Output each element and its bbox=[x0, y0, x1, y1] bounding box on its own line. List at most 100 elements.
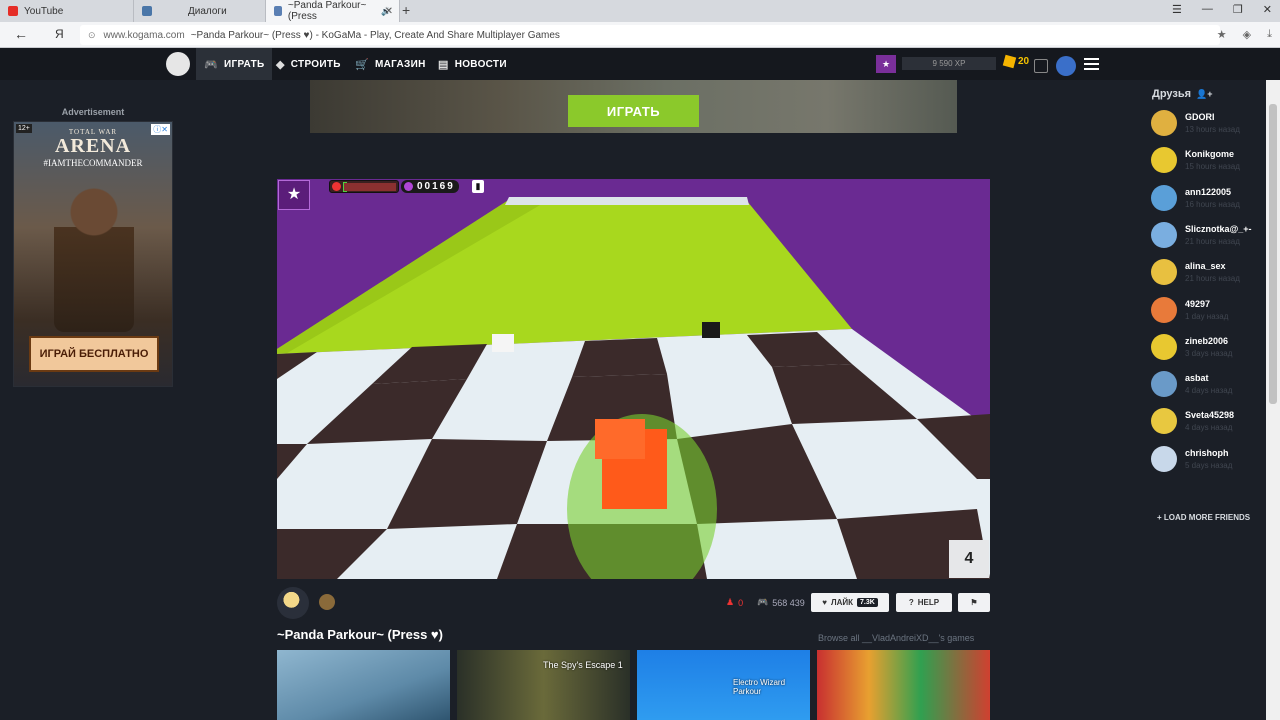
friend-last-seen: 16 hours назад bbox=[1185, 199, 1240, 209]
tab-label: Диалоги bbox=[188, 5, 227, 17]
gamepad-icon: 🎮 bbox=[757, 597, 769, 607]
coin-icon bbox=[404, 182, 413, 191]
site-nav: 🎮 ИГРАТЬ ◆ СТРОИТЬ 🛒 МАГАЗИН ▤ НОВОСТИ ★… bbox=[0, 48, 1280, 80]
game-thumbnail[interactable]: Electro Wizard Parkour bbox=[637, 650, 810, 720]
ad-cta-button[interactable]: ИГРАЙ БЕСПЛАТНО bbox=[29, 336, 159, 372]
friend-avatar bbox=[1151, 296, 1177, 323]
likes-count: 0 bbox=[738, 597, 744, 608]
tab-label: YouTube bbox=[24, 5, 64, 17]
yandex-logo[interactable]: Я bbox=[55, 27, 64, 41]
friend-item[interactable]: GDORI 13 hours назад bbox=[1151, 109, 1271, 139]
xp-bar: 9 590 XP bbox=[902, 57, 996, 70]
hud-flag-icon: ▮ bbox=[472, 180, 484, 193]
kogama-icon bbox=[274, 6, 282, 16]
friend-name: Sveta45298 bbox=[1185, 410, 1235, 421]
friend-last-seen: 3 days назад bbox=[1185, 348, 1233, 358]
news-icon: ▤ bbox=[438, 58, 449, 71]
profile-avatar[interactable] bbox=[1056, 56, 1076, 76]
friend-avatar bbox=[1151, 221, 1177, 248]
health-icon bbox=[332, 182, 341, 191]
plays-stat: 🎮 568 439 bbox=[757, 597, 805, 608]
youtube-icon bbox=[8, 6, 18, 16]
back-icon[interactable]: ← bbox=[14, 26, 28, 42]
star-icon[interactable]: ★ bbox=[1217, 28, 1227, 41]
shield-icon[interactable]: ◈ bbox=[1243, 28, 1251, 41]
cart-icon: 🛒 bbox=[355, 58, 369, 71]
gold-counter[interactable]: 20 bbox=[1002, 54, 1030, 69]
add-friend-icon[interactable]: 👤+ bbox=[1196, 89, 1212, 100]
friend-item[interactable]: Slicznotka@_+- 21 hours назад bbox=[1151, 221, 1271, 251]
ad-label: Advertisement bbox=[61, 107, 125, 117]
url-domain: www.kogama.com bbox=[103, 29, 185, 41]
close-tab-icon[interactable]: ✕ bbox=[385, 6, 393, 17]
messages-icon[interactable] bbox=[1034, 59, 1048, 73]
scrollbar-thumb[interactable] bbox=[1269, 104, 1277, 404]
friend-item[interactable]: asbat 4 days назад bbox=[1151, 370, 1271, 400]
friend-last-seen: 13 hours назад bbox=[1185, 125, 1240, 134]
close-window-icon[interactable]: ✕ bbox=[1263, 3, 1272, 16]
help-button[interactable]: ? HELP bbox=[896, 593, 952, 612]
friend-item[interactable]: alina_sex 21 hours назад bbox=[1151, 258, 1271, 288]
maximize-icon[interactable]: ❐ bbox=[1233, 3, 1243, 16]
friend-last-seen: 4 days назад bbox=[1185, 423, 1233, 433]
download-icon[interactable]: ⤓ bbox=[1267, 28, 1272, 41]
friend-name: alina_sex bbox=[1185, 261, 1226, 272]
nav-play[interactable]: 🎮 ИГРАТЬ bbox=[196, 48, 273, 80]
new-tab-button[interactable]: + bbox=[402, 2, 410, 18]
game-thumbnail[interactable] bbox=[817, 650, 990, 720]
advertisement[interactable]: 12+ ⓘ✕ TOTAL WAR ARENA #IAMTHECOMMANDER … bbox=[13, 121, 173, 387]
friend-name: chrishoph bbox=[1185, 447, 1229, 458]
url-field[interactable]: ⊙ www.kogama.com ~Panda Parkour~ (Press … bbox=[80, 25, 1220, 45]
friend-item[interactable]: Sveta45298 4 days назад bbox=[1151, 407, 1271, 437]
tab-dialogs[interactable]: Диалоги bbox=[134, 0, 266, 22]
friend-item[interactable]: 49297 1 day назад bbox=[1151, 296, 1271, 326]
friend-avatar bbox=[1151, 445, 1177, 472]
like-count: 7.3K bbox=[856, 598, 878, 607]
nav-label: МАГАЗИН bbox=[375, 58, 426, 70]
like-button[interactable]: ♥ ЛАЙК 7.3K bbox=[811, 593, 889, 612]
gold-amount: 20 bbox=[1018, 56, 1030, 67]
kogama-logo[interactable] bbox=[166, 52, 190, 76]
nav-news[interactable]: ▤ НОВОСТИ bbox=[430, 48, 515, 80]
hamburger-menu-icon[interactable] bbox=[1084, 58, 1099, 73]
lock-icon: ⊙ bbox=[88, 29, 96, 40]
friend-name: 49297 bbox=[1185, 298, 1211, 309]
game-viewport[interactable]: ★ 00169 ▮ 4 bbox=[277, 179, 990, 579]
floor-tile bbox=[572, 338, 667, 377]
ad-brand-big: ARENA bbox=[54, 135, 132, 157]
plays-count: 568 439 bbox=[772, 597, 805, 608]
creator-avatar[interactable] bbox=[277, 587, 309, 619]
friend-last-seen: 5 days назад bbox=[1185, 460, 1233, 470]
nav-shop[interactable]: 🛒 МАГАЗИН bbox=[347, 48, 434, 80]
thumbnail-label: Electro Wizard Parkour bbox=[733, 678, 786, 696]
member-avatar[interactable] bbox=[319, 594, 335, 610]
game-thumbnail[interactable]: The Spy's Escape 1 bbox=[457, 650, 630, 720]
menu-icon[interactable]: ☰ bbox=[1172, 3, 1182, 16]
report-button[interactable]: ⚑ bbox=[958, 593, 990, 612]
level-badge[interactable]: ★ bbox=[876, 55, 896, 73]
flag-icon: ⚑ bbox=[970, 598, 978, 607]
game-thumbnail[interactable] bbox=[277, 650, 450, 720]
friend-item[interactable]: zineb2006 3 days назад bbox=[1151, 333, 1271, 363]
friend-avatar bbox=[1151, 110, 1177, 136]
friend-last-seen: 1 day назад bbox=[1185, 311, 1229, 321]
minimize-icon[interactable]: — bbox=[1202, 3, 1213, 16]
browse-games-link[interactable]: Browse all __VladAndreiXD__'s games bbox=[818, 633, 974, 643]
hud-health-bar bbox=[329, 180, 399, 193]
friend-item[interactable]: chrishoph 5 days назад bbox=[1151, 445, 1271, 475]
heart-icon: ♥ bbox=[822, 598, 827, 607]
banner-play-button[interactable]: ИГРАТЬ bbox=[568, 95, 699, 127]
friend-item[interactable]: ann122005 16 hours назад bbox=[1151, 184, 1271, 214]
game-title: ~Panda Parkour~ (Press ♥) bbox=[277, 627, 443, 642]
tab-youtube[interactable]: YouTube bbox=[0, 0, 134, 22]
vk-icon bbox=[142, 6, 152, 16]
friend-name: ann122005 bbox=[1185, 186, 1232, 197]
load-more-friends-link[interactable]: + LOAD MORE FRIENDS bbox=[1157, 513, 1250, 522]
browser-tab-bar: YouTube Диалоги ~Panda Parkour~ (Press 🔊… bbox=[0, 0, 1280, 22]
tab-kogama[interactable]: ~Panda Parkour~ (Press 🔊 ✕ bbox=[266, 0, 400, 22]
friend-item[interactable]: Konikgome 15 hours назад bbox=[1151, 146, 1271, 176]
hud-gold: 00169 bbox=[401, 180, 459, 193]
health-track bbox=[344, 183, 396, 191]
page-scrollbar[interactable] bbox=[1266, 80, 1280, 720]
nav-build[interactable]: ◆ СТРОИТЬ bbox=[268, 48, 349, 80]
